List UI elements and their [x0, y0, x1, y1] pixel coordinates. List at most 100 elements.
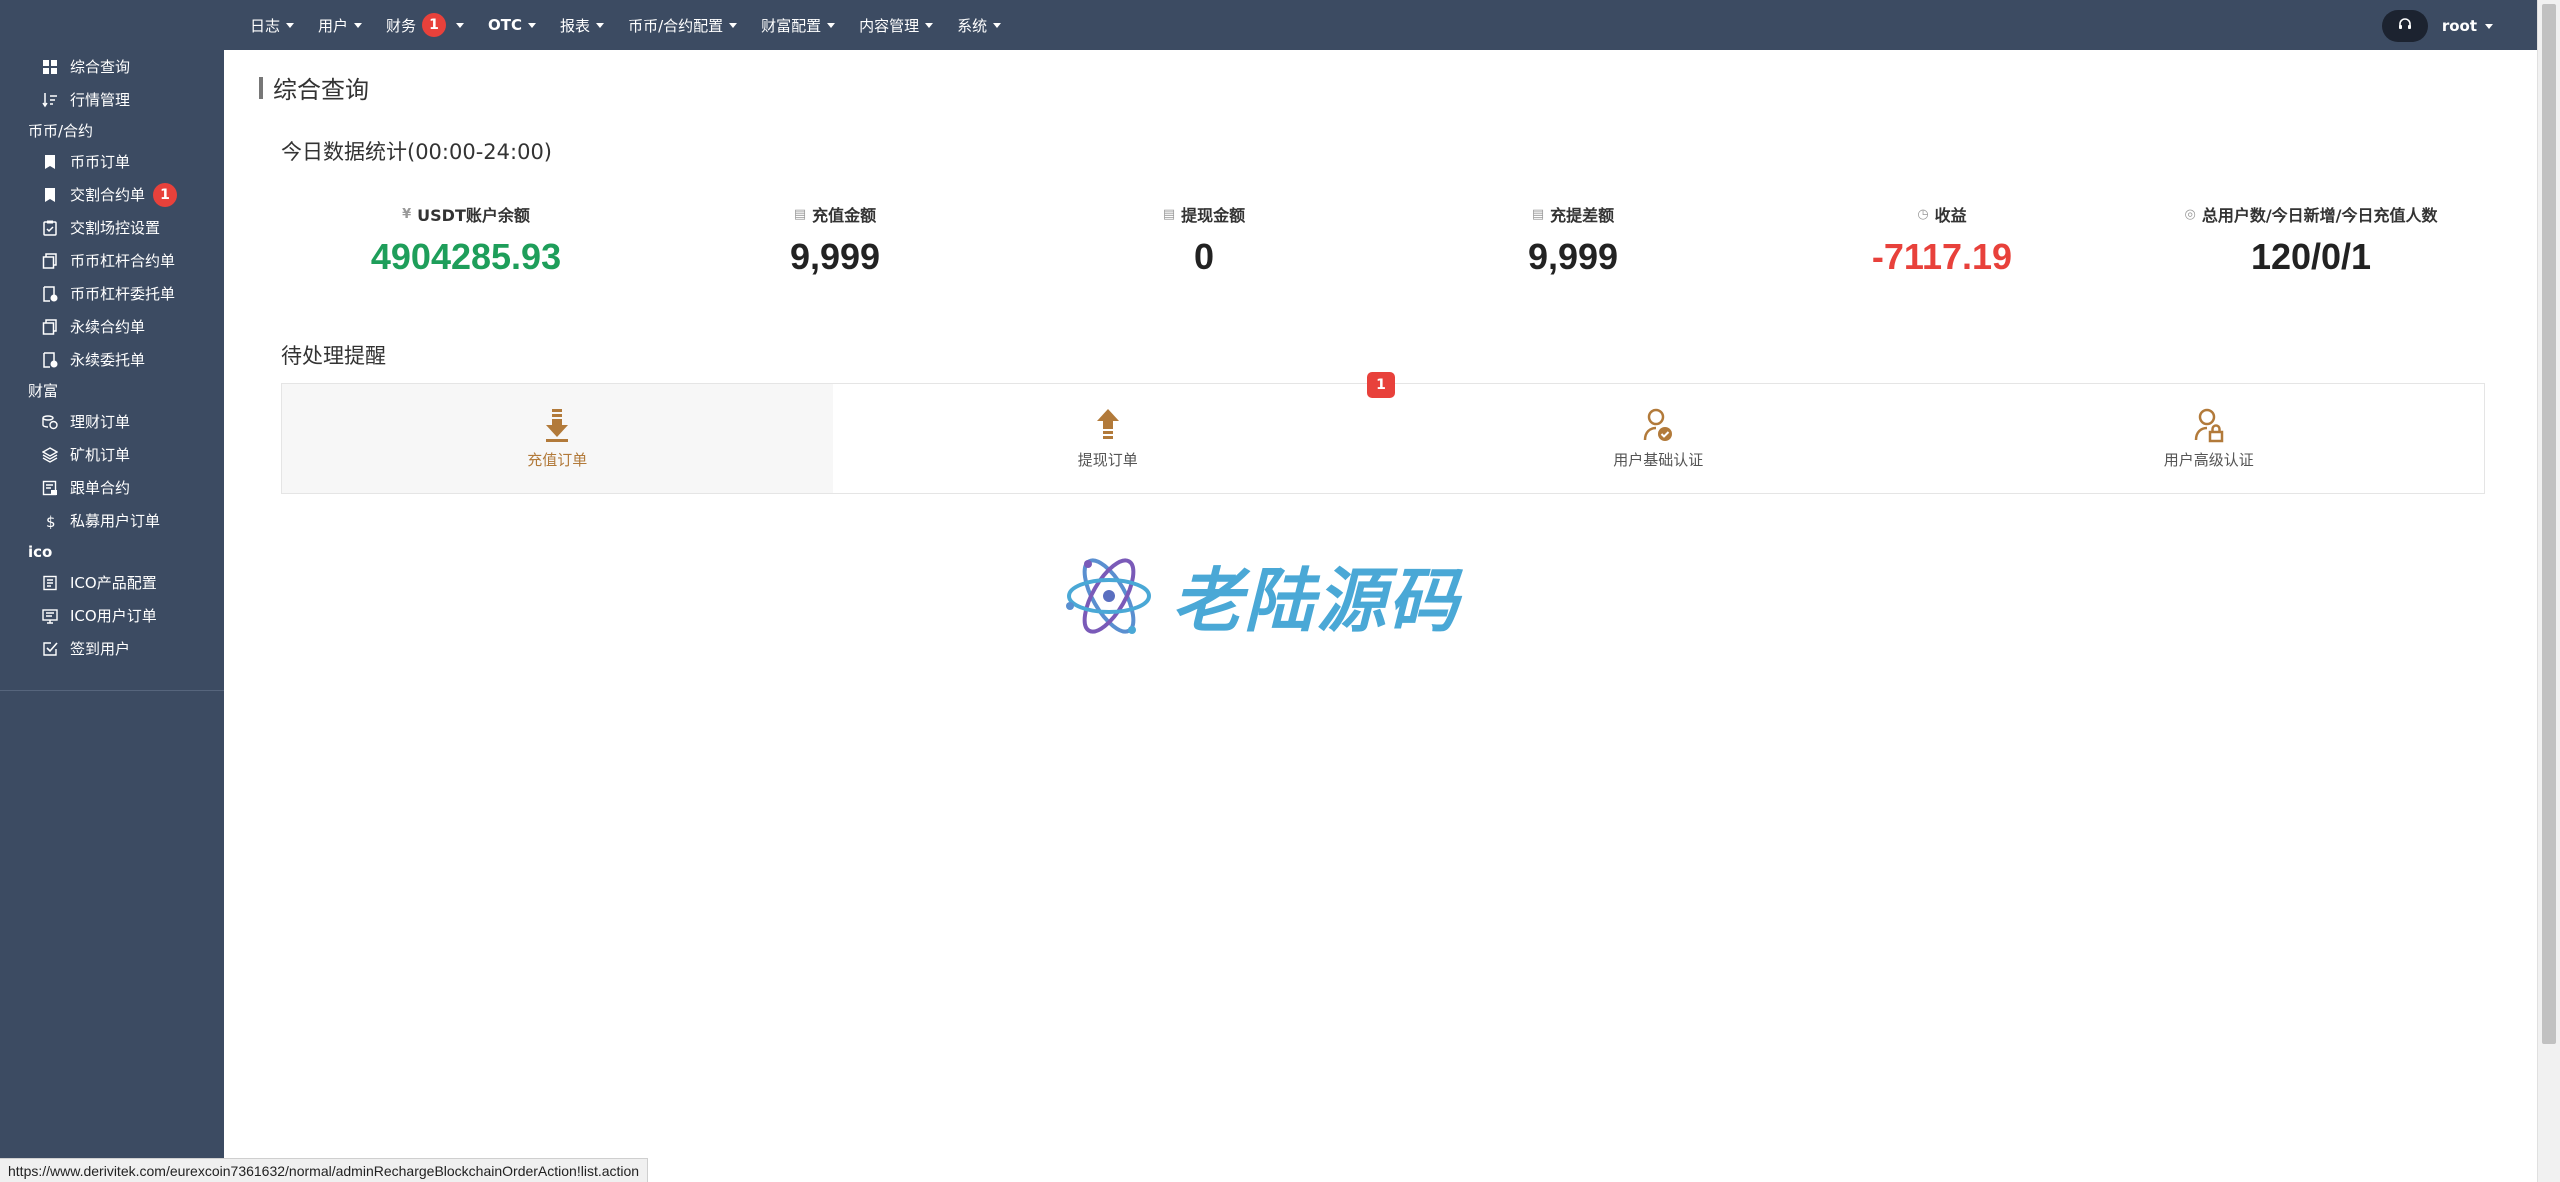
stat-profit: ◷ 收益 -7117.19: [1757, 202, 2127, 278]
pending-tab-label: 用户高级认证: [2163, 451, 2254, 469]
topnav-label: 系统: [957, 16, 988, 35]
pending-section-title: 待处理提醒: [281, 344, 386, 368]
yen-icon: ¥: [402, 206, 412, 222]
clock-doc-icon: [42, 285, 58, 302]
sidebar-item-label: 永续合约单: [70, 318, 146, 336]
sidebar-item-label: 币币订单: [70, 153, 131, 171]
monitor-icon: [42, 608, 58, 624]
sidebar-item-overview[interactable]: 综合查询: [0, 50, 224, 83]
sidebar: 综合查询 行情管理 币币/合约 币币订单 交割合约单 1 交割场控设置 币币杠杆…: [0, 0, 224, 1182]
sidebar-item-leverage-contracts[interactable]: 币币杠杆合约单: [0, 244, 224, 277]
sidebar-divider: [0, 690, 224, 691]
sidebar-item-signin-users[interactable]: 签到用户: [0, 632, 224, 665]
sidebar-item-label: 签到用户: [70, 640, 131, 658]
caret-down-icon: [456, 22, 465, 28]
stat-withdraw-amount: ▤ 提现金额 0: [1019, 202, 1389, 278]
scrollbar-thumb[interactable]: [2542, 4, 2556, 1044]
svg-text:$: $: [46, 513, 56, 529]
pending-withdraw-orders[interactable]: 提现订单 1: [833, 372, 1395, 493]
sidebar-item-miner-orders[interactable]: 矿机订单: [0, 438, 224, 471]
pending-basic-verification[interactable]: 用户基础认证: [1383, 384, 1934, 493]
sidebar-item-label: 币币杠杆合约单: [70, 252, 176, 270]
topnav-label: 用户: [318, 16, 349, 35]
topnav-label: OTC: [488, 16, 523, 34]
sidebar-item-delivery-contracts[interactable]: 交割合约单 1: [0, 178, 224, 211]
stat-label-row: ▤ 充值金额: [650, 202, 1020, 226]
sidebar-item-perpetual-entrust[interactable]: 永续委托单: [0, 343, 224, 376]
stat-label-row: ◷ 收益: [1757, 202, 2127, 226]
sidebar-item-ico-orders[interactable]: ICO用户订单: [0, 599, 224, 632]
sidebar-item-label: 综合查询: [70, 58, 131, 76]
caret-down-icon: [2485, 23, 2493, 29]
topnav-finance[interactable]: 财务 1: [386, 13, 465, 37]
stat-label-row: ▤ 提现金额: [1019, 202, 1389, 226]
browser-status-bar: https://www.derivitek.com/eurexcoin73616…: [0, 1158, 649, 1182]
topnav-wealth-config[interactable]: 财富配置: [761, 15, 836, 36]
topnav-content[interactable]: 内容管理: [859, 15, 934, 36]
sidebar-item-ico-config[interactable]: ICO产品配置: [0, 566, 224, 599]
sidebar-item-delivery-control[interactable]: 交割场控设置: [0, 211, 224, 244]
stat-value: 0: [1193, 236, 1215, 277]
sidebar-item-leverage-entrust[interactable]: 币币杠杆委托单: [0, 277, 224, 310]
user-name: root: [2441, 17, 2477, 35]
pending-tab-label: 提现订单: [1077, 451, 1138, 469]
sidebar-item-coin-orders[interactable]: 币币订单: [0, 145, 224, 178]
stat-label-row: ¥ USDT账户余额: [281, 202, 651, 226]
page-title-text: 综合查询: [273, 76, 369, 104]
atom-logo-icon: [1066, 557, 1151, 634]
topnav-label: 币币/合约配置: [628, 16, 724, 35]
sidebar-item-label: ICO用户订单: [70, 607, 157, 625]
page-title: 综合查询: [259, 70, 369, 105]
pending-advanced-verification[interactable]: 用户高级认证: [1934, 384, 2485, 493]
stat-value: 4904285.93: [370, 236, 562, 277]
caret-down-icon: [528, 22, 537, 28]
sidebar-group-wealth: 财富: [28, 382, 59, 400]
topnav-label: 财务: [386, 16, 417, 35]
main-content: 综合查询 今日数据统计(00:00-24:00) ¥ USDT账户余额 4904…: [224, 50, 2537, 1182]
topnav-system[interactable]: 系统: [957, 15, 1002, 36]
stat-recharge-amount: ▤ 充值金额 9,999: [650, 202, 1020, 278]
sidebar-item-label: 交割合约单: [70, 186, 146, 204]
topnav-otc[interactable]: OTC: [488, 16, 537, 34]
stat-value: -7117.19: [1871, 236, 2013, 277]
topnav-users[interactable]: 用户: [318, 15, 363, 36]
support-button[interactable]: [2381, 10, 2428, 42]
vertical-scrollbar[interactable]: [2537, 0, 2560, 1182]
caret-down-icon: [925, 22, 934, 28]
checkbox-icon: [42, 641, 58, 657]
user-menu[interactable]: root: [2442, 17, 2493, 35]
topnav-coin-config[interactable]: 币币/合约配置: [628, 15, 738, 36]
pending-reminders: 充值订单 提现订单 1 用户基础认证 用户高级认证: [281, 372, 2485, 494]
topnav-label: 财富配置: [761, 16, 822, 35]
topnav-label: 报表: [560, 16, 591, 35]
sidebar-item-label: 行情管理: [70, 91, 131, 109]
topnav-reports[interactable]: 报表: [560, 15, 605, 36]
sidebar-item-copy-trading[interactable]: 跟单合约: [0, 471, 224, 504]
topnav-log[interactable]: 日志: [250, 15, 295, 36]
sort-icon: [42, 92, 58, 108]
sidebar-item-perpetual-contracts[interactable]: 永续合约单: [0, 310, 224, 343]
caret-down-icon: [286, 22, 295, 28]
stat-net-difference: ▤ 充提差额 9,999: [1388, 202, 1758, 278]
coins-icon: [42, 414, 58, 430]
stat-label: 充提差额: [1550, 206, 1615, 225]
caret-down-icon: [827, 22, 836, 28]
arrow-down-icon: [546, 409, 569, 442]
sidebar-item-finance-orders[interactable]: 理财订单: [0, 405, 224, 438]
user-circle-icon: ◎: [2184, 206, 2196, 222]
stat-label-row: ◎ 总用户数/今日新增/今日充值人数: [2126, 202, 2496, 226]
top-menu: 日志 用户 财务 1 OTC 报表 币币/合约配置 财富配置 内容管理 系统: [250, 13, 1025, 37]
sidebar-item-label: 永续委托单: [70, 351, 146, 369]
bookmark-icon: [42, 154, 58, 170]
watermark-text: 老陆源码: [1172, 560, 1460, 642]
stat-label: 收益: [1934, 206, 1967, 225]
stat-label-row: ▤ 充提差额: [1388, 202, 1758, 226]
sidebar-item-private-orders[interactable]: $ 私募用户订单: [0, 504, 224, 537]
notification-badge: 1: [422, 13, 447, 37]
sidebar-item-market[interactable]: 行情管理: [0, 83, 224, 116]
stat-usdt-balance: ¥ USDT账户余额 4904285.93: [281, 202, 651, 278]
caret-down-icon: [596, 22, 605, 28]
stat-label: 充值金额: [812, 206, 877, 225]
watermark-logo: 老陆源码: [1064, 545, 1460, 646]
pending-recharge-orders[interactable]: 充值订单: [282, 384, 833, 493]
